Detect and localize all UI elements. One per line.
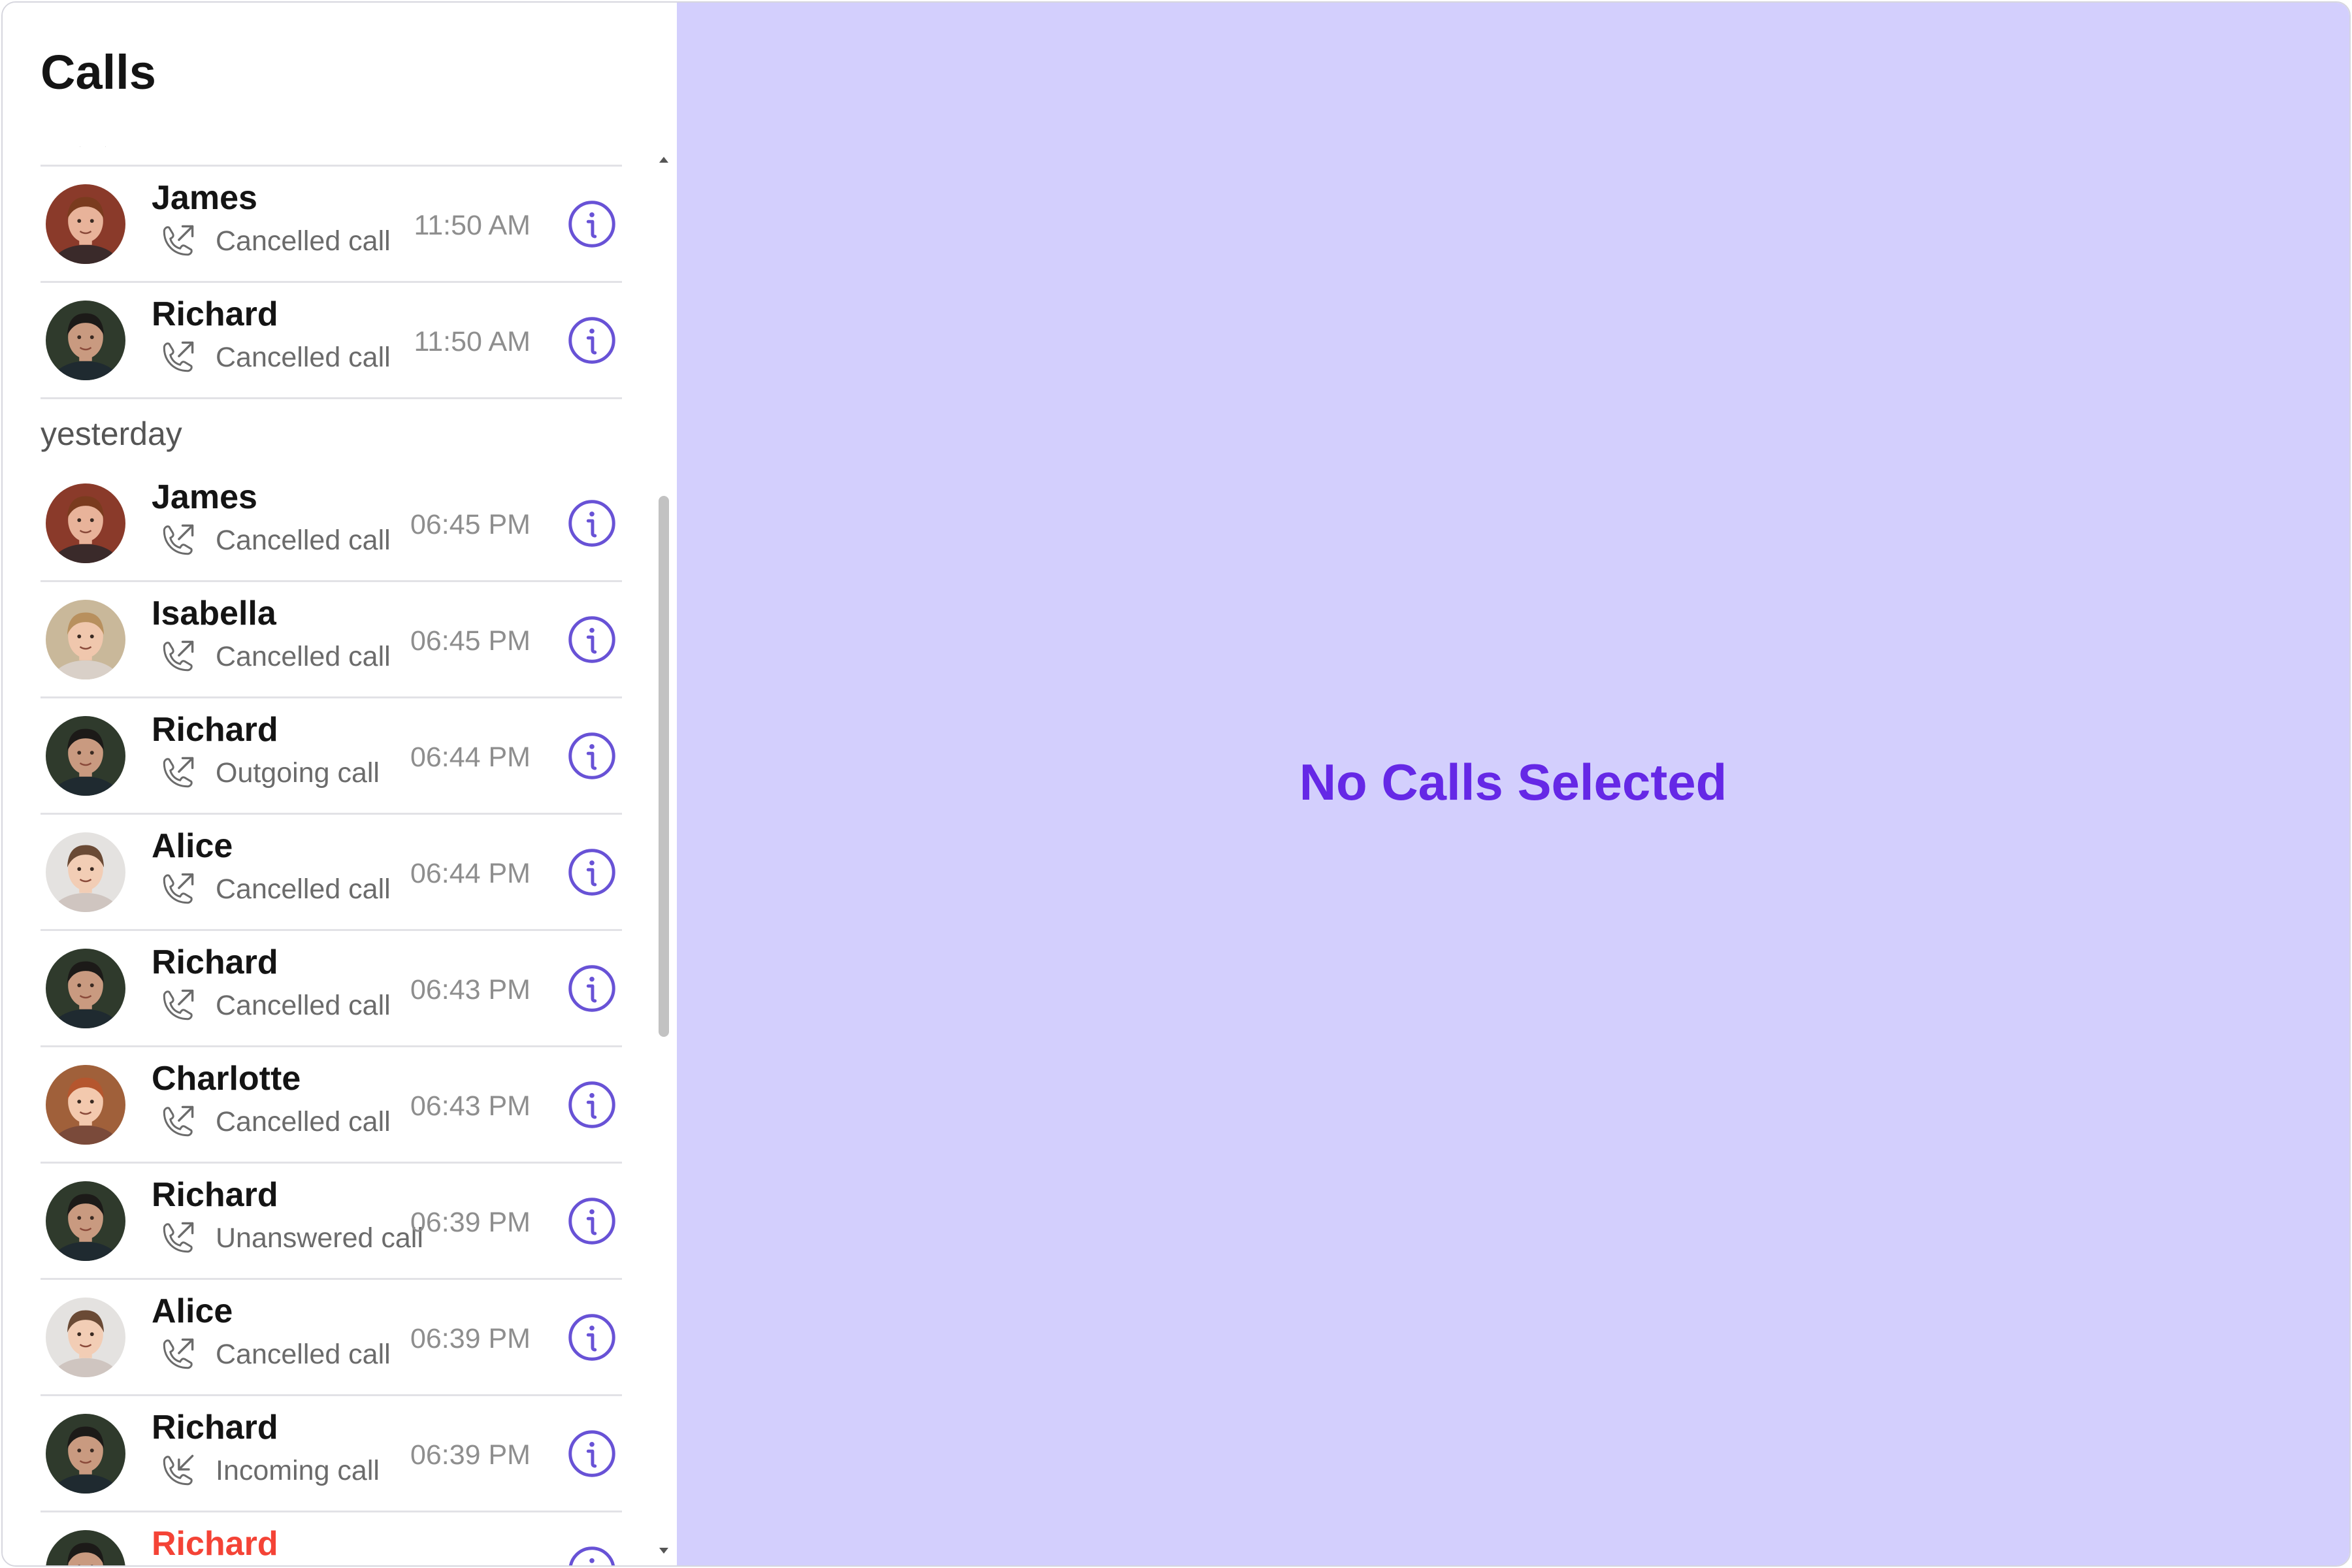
outgoing-call-icon xyxy=(157,1101,199,1143)
outgoing-call-icon xyxy=(157,985,199,1026)
info-icon[interactable] xyxy=(567,731,617,781)
call-status: Cancelled call xyxy=(216,641,391,672)
avatar xyxy=(46,600,125,679)
outgoing-call-icon xyxy=(157,868,199,910)
calls-today-group: James Cancelled call 11:50 AM Richard Cancel… xyxy=(41,167,622,399)
contact-name: Alice xyxy=(152,827,233,865)
call-time: 11:50 AM xyxy=(414,210,531,241)
call-list-item-richard[interactable]: Richard xyxy=(41,1512,622,1565)
contact-name: Richard xyxy=(152,1409,278,1446)
info-icon[interactable] xyxy=(567,498,617,548)
call-list-item-james[interactable]: James Cancelled call 06:45 PM xyxy=(41,466,622,582)
empty-state-message: No Calls Selected xyxy=(1299,753,1727,811)
info-icon[interactable] xyxy=(567,1080,617,1130)
outgoing-call-icon xyxy=(157,636,199,678)
contact-name: Richard xyxy=(152,943,278,981)
call-status: Cancelled call xyxy=(216,1339,391,1370)
call-list-item-richard[interactable]: Richard Outgoing call 06:44 PM xyxy=(41,698,622,815)
call-list-item-richard[interactable]: Richard Cancelled call 06:43 PM xyxy=(41,931,622,1047)
contact-name: Richard xyxy=(152,295,278,333)
info-icon[interactable] xyxy=(567,964,617,1013)
avatar xyxy=(46,1530,125,1565)
contact-name: James xyxy=(152,179,257,217)
call-status: Incoming call xyxy=(216,1455,380,1486)
outgoing-call-icon xyxy=(157,519,199,561)
outgoing-call-icon xyxy=(157,220,199,262)
call-list-item-richard[interactable]: Richard Cancelled call 11:50 AM xyxy=(41,283,622,399)
scroll-down-arrow-icon[interactable] xyxy=(659,1548,668,1554)
info-icon[interactable] xyxy=(567,1196,617,1246)
info-icon[interactable] xyxy=(567,199,617,249)
call-time: 06:39 PM xyxy=(410,1439,531,1471)
info-icon[interactable] xyxy=(567,847,617,897)
outgoing-call-icon xyxy=(157,1217,199,1259)
call-list-item-isabella[interactable]: Isabella Cancelled call 06:45 PM xyxy=(41,582,622,698)
call-status: Outgoing call xyxy=(216,757,380,789)
info-icon[interactable] xyxy=(567,1545,617,1565)
calls-yesterday-group: James Cancelled call 06:45 PM Isabella Cance… xyxy=(41,466,622,1565)
call-status: Cancelled call xyxy=(216,225,391,257)
avatar xyxy=(46,483,125,563)
call-time: 06:45 PM xyxy=(410,625,531,657)
section-label: yesterday xyxy=(41,416,182,452)
contact-name: Richard xyxy=(152,1525,278,1563)
call-time: 06:43 PM xyxy=(410,1090,531,1122)
info-icon[interactable] xyxy=(567,1429,617,1478)
call-time: 11:50 AM xyxy=(414,326,531,357)
scroll-up-arrow-icon[interactable] xyxy=(659,157,668,163)
avatar xyxy=(46,1065,125,1145)
call-time: 06:45 PM xyxy=(410,509,531,540)
call-status: Unanswered call xyxy=(216,1222,423,1254)
avatar xyxy=(46,1414,125,1494)
scrollbar[interactable] xyxy=(656,146,672,1565)
outgoing-call-icon xyxy=(157,1333,199,1375)
incoming-call-icon xyxy=(157,1450,199,1492)
call-list-item-alice[interactable]: Alice Cancelled call 06:39 PM xyxy=(41,1280,622,1396)
call-list-item-alice[interactable]: Alice Cancelled call 06:44 PM xyxy=(41,815,622,931)
contact-name: Charlotte xyxy=(152,1060,301,1098)
contact-name: Richard xyxy=(152,1176,278,1214)
call-time: 06:44 PM xyxy=(410,858,531,889)
call-status: Cancelled call xyxy=(216,874,391,905)
call-list-item-richard[interactable]: Richard Unanswered call 06:39 PM xyxy=(41,1164,622,1280)
avatar xyxy=(46,1181,125,1261)
avatar xyxy=(46,949,125,1028)
call-list-item-richard[interactable]: Richard Incoming call 06:39 PM xyxy=(41,1396,622,1512)
call-list-content: James Cancelled call 11:50 AM Richard Cancel… xyxy=(41,146,622,1565)
contact-name: Isabella xyxy=(152,595,276,632)
outgoing-call-icon xyxy=(157,752,199,794)
call-list-item-charlotte[interactable]: Charlotte Cancelled call 06:43 PM xyxy=(41,1047,622,1164)
info-icon[interactable] xyxy=(567,615,617,664)
call-status: Cancelled call xyxy=(216,990,391,1021)
call-list[interactable]: James Cancelled call 11:50 AM Richard Cancel… xyxy=(41,146,622,1565)
info-icon[interactable] xyxy=(567,1313,617,1362)
avatar xyxy=(46,184,125,264)
call-time: 06:44 PM xyxy=(410,742,531,773)
info-icon[interactable] xyxy=(567,316,617,365)
app-window: Calls James Cancelled call 11:50 AM Richard… xyxy=(1,1,2351,1567)
call-log-panel: Calls James Cancelled call 11:50 AM Richard… xyxy=(3,3,677,1565)
scrollbar-thumb[interactable] xyxy=(659,496,669,1037)
avatar xyxy=(46,716,125,796)
call-status: Cancelled call xyxy=(216,525,391,556)
call-time: 06:39 PM xyxy=(410,1207,531,1238)
contact-name: Alice xyxy=(152,1292,233,1330)
section-header-yesterday: yesterday xyxy=(41,399,622,466)
panel-title: Calls xyxy=(41,45,156,99)
call-details-panel: No Calls Selected xyxy=(677,3,2349,1565)
contact-name: James xyxy=(152,478,257,516)
avatar xyxy=(46,1298,125,1377)
contact-name: Richard xyxy=(152,711,278,749)
call-status: Cancelled call xyxy=(216,1106,391,1137)
outgoing-call-icon xyxy=(157,336,199,378)
call-status: Cancelled call xyxy=(216,342,391,373)
call-time: 06:39 PM xyxy=(410,1323,531,1354)
avatar xyxy=(46,832,125,912)
call-list-item-james[interactable]: James Cancelled call 11:50 AM xyxy=(41,167,622,283)
list-item-partial xyxy=(41,146,622,167)
avatar xyxy=(46,301,125,380)
call-time: 06:43 PM xyxy=(410,974,531,1005)
